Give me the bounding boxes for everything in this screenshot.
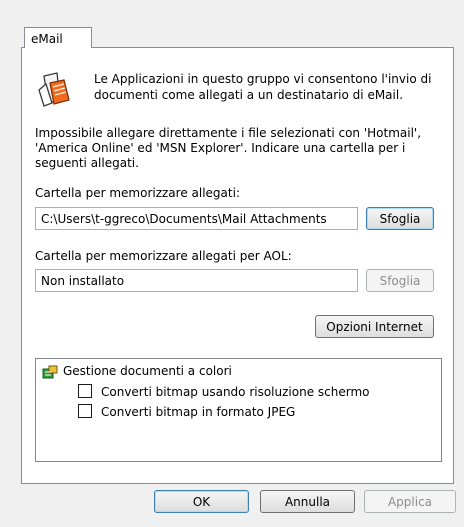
browse-aol-button[interactable]: Sfoglia: [366, 269, 434, 292]
apply-button[interactable]: Applica: [364, 490, 456, 513]
email-panel: Le Applicazioni in questo gruppo vi cons…: [21, 47, 454, 484]
attachments-folder-label: Cartella per memorizzare allegati:: [35, 186, 240, 200]
aol-folder-label: Cartella per memorizzare allegati per AO…: [35, 249, 292, 263]
description-text: Impossibile allegare direttamente i file…: [35, 126, 422, 170]
tab-email-label: eMail: [31, 32, 63, 46]
color-docs-group: Gestione documenti a colori Converti bit…: [35, 358, 442, 462]
tab-email[interactable]: eMail: [24, 27, 92, 48]
browse-attachments-button[interactable]: Sfoglia: [366, 207, 434, 230]
screen-resolution-checkbox[interactable]: [78, 384, 92, 398]
jpeg-format-checkbox[interactable]: [78, 404, 92, 418]
attachments-folder-field[interactable]: C:\Users\t-ggreco\Documents\Mail Attachm…: [35, 207, 358, 230]
jpeg-format-label: Converti bitmap in formato JPEG: [101, 405, 296, 419]
color-document-icon: [42, 365, 58, 379]
option-jpeg-format[interactable]: Converti bitmap in formato JPEG: [78, 404, 295, 419]
screen-resolution-label: Converti bitmap usando risoluzione scher…: [101, 385, 370, 399]
ok-button[interactable]: OK: [154, 490, 249, 513]
internet-options-button[interactable]: Opzioni Internet: [315, 315, 434, 338]
cancel-button[interactable]: Annulla: [260, 490, 355, 513]
info-text: Le Applicazioni in questo gruppo vi cons…: [94, 72, 432, 102]
option-screen-resolution[interactable]: Converti bitmap usando risoluzione scher…: [78, 384, 370, 399]
color-docs-title: Gestione documenti a colori: [63, 364, 232, 378]
aol-folder-field[interactable]: Non installato: [35, 269, 358, 292]
email-apps-icon: [38, 72, 70, 107]
